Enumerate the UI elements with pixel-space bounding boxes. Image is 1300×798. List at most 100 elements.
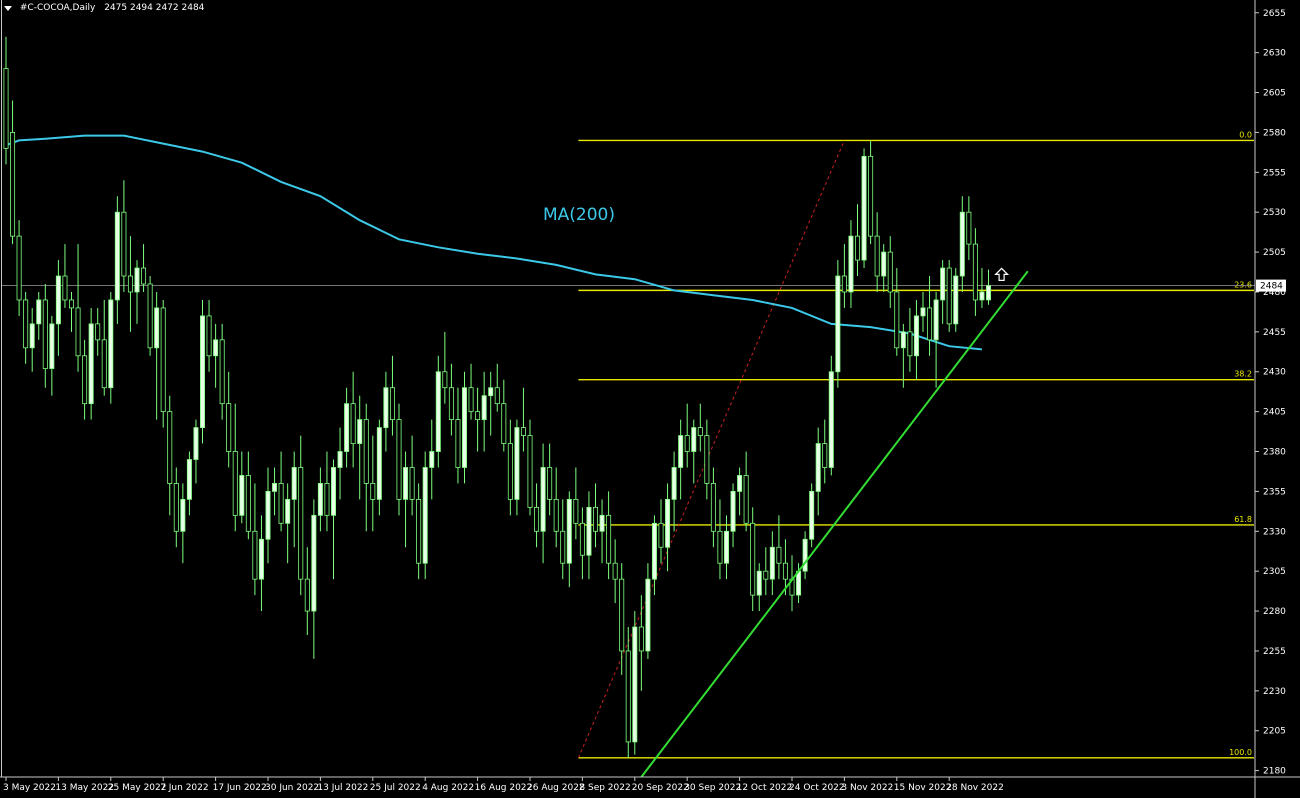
candle-body — [986, 285, 992, 301]
x-tick-label: 30 Sep 2022 — [684, 783, 741, 793]
x-tick-label: 25 Jul 2022 — [370, 783, 421, 793]
y-tick-label: 2330 — [1263, 527, 1286, 537]
y-tick-label: 2505 — [1263, 248, 1286, 258]
y-tick-label: 2555 — [1263, 168, 1286, 178]
x-tick-label: 20 Sep 2022 — [632, 783, 689, 793]
candle-body — [317, 483, 323, 516]
candle-body — [606, 514, 612, 564]
candle-body — [160, 307, 166, 413]
y-tick-label: 2455 — [1263, 328, 1286, 338]
candle-body — [337, 451, 343, 468]
candle-body — [763, 570, 769, 580]
candle-body — [927, 307, 933, 341]
candle-body — [239, 475, 245, 516]
candle-body — [855, 235, 861, 261]
candle-body — [566, 498, 572, 564]
x-tick-label: 13 Jul 2022 — [317, 783, 368, 793]
fib-level-label: 61.8 — [1234, 515, 1252, 524]
candle-body — [645, 578, 651, 652]
candle-body — [684, 435, 690, 452]
y-tick-label: 2530 — [1263, 208, 1286, 218]
candle-body — [193, 427, 199, 460]
candle-body — [887, 251, 893, 293]
candle-body — [42, 299, 48, 369]
candle-body — [16, 235, 22, 301]
candle-body — [95, 323, 101, 341]
current-price-label: 2484 — [1260, 282, 1283, 292]
candle-body — [219, 339, 225, 405]
candle-body — [330, 467, 336, 516]
y-tick-label: 2405 — [1263, 408, 1286, 418]
candle-body — [36, 299, 42, 325]
x-tick-label: 3 Nov 2022 — [841, 783, 893, 793]
candle-body — [252, 530, 258, 580]
x-tick-label: 24 Oct 2022 — [789, 783, 845, 793]
x-tick-label: 26 Aug 2022 — [527, 783, 585, 793]
candle-body — [75, 307, 81, 357]
candle-body — [488, 387, 494, 397]
candle-body — [344, 403, 350, 452]
candle-body — [540, 467, 546, 532]
candle-body — [435, 371, 441, 452]
x-tick-label: 15 Nov 2022 — [894, 783, 952, 793]
y-tick-label: 2305 — [1263, 567, 1286, 577]
x-tick-label: 7 Jun 2022 — [160, 783, 208, 793]
candle-body — [298, 467, 304, 580]
candle-body — [828, 371, 834, 468]
x-tick-label: 12 Oct 2022 — [737, 783, 793, 793]
candle-body — [743, 475, 749, 524]
candle-body — [389, 387, 395, 421]
fib-level-label: 0.0 — [1239, 130, 1252, 139]
x-tick-label: 3 May 2022 — [3, 783, 56, 793]
candle-body — [913, 315, 919, 357]
candle-body — [671, 467, 677, 500]
candle-body — [625, 650, 631, 743]
candle-body — [88, 323, 94, 405]
axis-layer: 2655263026052580255525302505248024552430… — [0, 0, 1300, 798]
candle-body — [520, 427, 526, 436]
candle-body — [258, 538, 264, 580]
candle-body — [206, 315, 212, 357]
candle-body — [127, 275, 133, 293]
candle-body — [769, 546, 775, 580]
y-tick-label: 2180 — [1263, 767, 1286, 777]
candle-body — [501, 403, 507, 444]
candle-body — [861, 155, 867, 261]
candle-body — [350, 403, 356, 444]
candle-body — [874, 235, 880, 277]
candle-body — [448, 387, 454, 421]
y-tick-label: 2655 — [1263, 9, 1286, 19]
candle-body — [10, 132, 16, 237]
candle-body — [226, 403, 232, 452]
candle-body — [894, 291, 900, 349]
x-tick-label: 16 Aug 2022 — [475, 783, 533, 793]
candle-body — [69, 299, 75, 309]
candle-body — [383, 387, 389, 428]
y-tick-label: 2430 — [1263, 368, 1286, 378]
candle-body — [553, 498, 559, 532]
candle-body — [756, 570, 762, 596]
candle-body — [82, 355, 88, 405]
candle-body — [665, 498, 671, 548]
x-tick-label: 4 Aug 2022 — [422, 783, 474, 793]
y-tick-label: 2280 — [1263, 607, 1286, 617]
candle-body — [311, 514, 317, 612]
candle-body — [612, 562, 618, 580]
y-tick-label: 2205 — [1263, 727, 1286, 737]
candle-body — [514, 427, 520, 500]
candle-body — [547, 467, 553, 500]
candle-body — [468, 387, 474, 413]
candle-body — [651, 522, 657, 580]
candle-body — [638, 626, 644, 652]
y-tick-label: 2380 — [1263, 448, 1286, 458]
candle-body — [730, 491, 736, 532]
price-chart[interactable]: 0.023.638.261.8100.0 2655263026052580255… — [0, 0, 1300, 798]
candle-body — [920, 307, 926, 317]
candle-body — [62, 275, 68, 301]
candle-body — [802, 538, 808, 572]
candle-body — [619, 578, 625, 652]
candle-body — [357, 419, 363, 444]
candle-body — [841, 275, 847, 293]
candle-body — [868, 155, 874, 237]
candle-body — [3, 68, 9, 149]
